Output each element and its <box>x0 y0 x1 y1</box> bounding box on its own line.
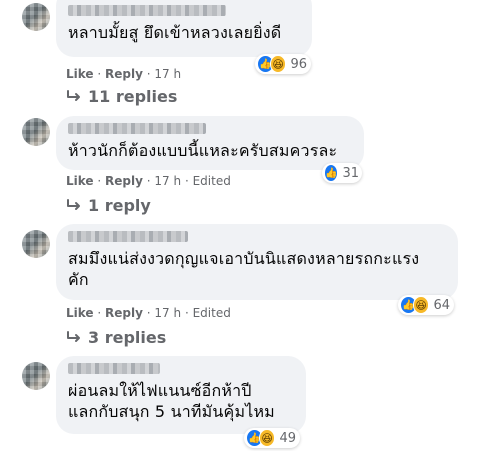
commenter-name[interactable] <box>68 123 206 134</box>
comment-text: สมมึงแน่ส่งงวดกุญแจเอาบันนิแสดงหลายรถกะแ… <box>68 249 420 289</box>
reply-arrow-icon <box>66 330 82 345</box>
comment-bubble: หลาบมั้ยสู ยึดเข้าหลวงเลยยิ่งดี <box>56 0 312 57</box>
laughing-face-icon: 😆 <box>412 296 430 314</box>
reply-arrow-icon <box>66 89 82 104</box>
comment-text: ผ่อนลมให้ไฟแนนซ์อีกห้าปี แลกกับสนุก 5 นา… <box>68 381 275 421</box>
comment-bubble: ห้าวนักก็ต้องแบบนี้แหละครับสมควรละ <box>56 116 364 170</box>
reaction-summary[interactable]: 👍 😆 96 <box>255 54 311 74</box>
reply-link[interactable]: Reply <box>105 306 143 320</box>
commenter-name[interactable] <box>68 231 188 242</box>
avatar[interactable] <box>22 3 50 31</box>
replies-count-label: 11 replies <box>88 87 178 106</box>
avatar[interactable] <box>22 230 50 258</box>
view-replies-link[interactable]: 11 replies <box>66 87 177 106</box>
comment-bubble: ผ่อนลมให้ไฟแนนซ์อีกห้าปี แลกกับสนุก 5 นา… <box>56 356 306 434</box>
reaction-count: 64 <box>433 297 450 313</box>
reaction-count: 31 <box>342 165 359 181</box>
comment-text: หลาบมั้ยสู ยึดเข้าหลวงเลยยิ่งดี <box>68 23 282 42</box>
separator: · <box>97 67 106 81</box>
like-link[interactable]: Like <box>66 67 94 81</box>
separator: · <box>184 306 193 320</box>
commenter-name[interactable] <box>68 5 226 16</box>
commenter-name[interactable] <box>68 363 160 374</box>
view-replies-link[interactable]: 1 reply <box>66 196 151 215</box>
timestamp[interactable]: 17 h <box>154 306 181 320</box>
comment-actions: Like · Reply · 17 h · Edited <box>66 306 231 320</box>
reply-link[interactable]: Reply <box>105 67 143 81</box>
comment-actions: Like · Reply · 17 h <box>66 67 181 81</box>
edited-label[interactable]: Edited <box>193 174 231 188</box>
edited-label[interactable]: Edited <box>193 306 231 320</box>
like-link[interactable]: Like <box>66 174 94 188</box>
reaction-summary[interactable]: 👍 31 <box>322 163 362 183</box>
replies-count-label: 1 reply <box>88 196 151 215</box>
timestamp[interactable]: 17 h <box>154 174 181 188</box>
reaction-summary[interactable]: 👍 😆 64 <box>398 295 454 315</box>
separator: · <box>184 174 193 188</box>
comment-bubble: สมมึงแน่ส่งงวดกุญแจเอาบันนิแสดงหลายรถกะแ… <box>56 224 458 300</box>
comment-text: ห้าวนักก็ต้องแบบนี้แหละครับสมควรละ <box>68 141 338 160</box>
reply-link[interactable]: Reply <box>105 174 143 188</box>
avatar[interactable] <box>22 362 50 390</box>
reaction-count: 49 <box>279 430 296 446</box>
separator: · <box>97 174 106 188</box>
replies-count-label: 3 replies <box>88 328 167 347</box>
thumbs-up-icon: 👍 <box>324 164 339 182</box>
reaction-summary[interactable]: 👍 😆 49 <box>244 428 300 448</box>
laughing-face-icon: 😆 <box>258 429 276 447</box>
separator: · <box>97 306 106 320</box>
timestamp[interactable]: 17 h <box>154 67 181 81</box>
reaction-count: 96 <box>290 56 307 72</box>
comment-actions: Like · Reply · 17 h · Edited <box>66 174 231 188</box>
view-replies-link[interactable]: 3 replies <box>66 328 166 347</box>
like-link[interactable]: Like <box>66 306 94 320</box>
reply-arrow-icon <box>66 198 82 213</box>
avatar[interactable] <box>22 118 50 146</box>
laughing-face-icon: 😆 <box>269 55 287 73</box>
